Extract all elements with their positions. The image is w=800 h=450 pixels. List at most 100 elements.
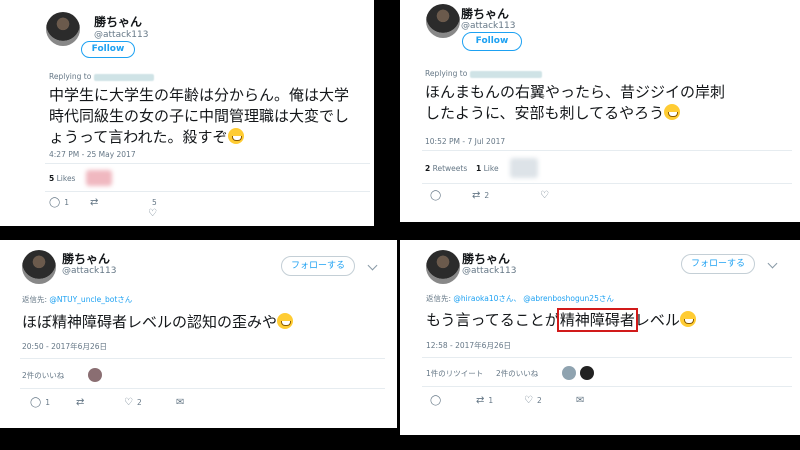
replying-to-line: Replying to <box>49 72 154 81</box>
tweet-text-line: ほぼ精神障碍者レベルの認知の歪みや <box>22 313 278 331</box>
user-name[interactable]: 勝ちゃん <box>62 250 110 267</box>
reply-prefix: 返信先: <box>426 294 452 303</box>
tweet-text-before: もう言ってることが <box>426 311 560 329</box>
likes-count: 1 <box>476 164 482 173</box>
user-name[interactable]: 勝ちゃん <box>94 13 142 30</box>
reply-mention[interactable]: @NTUY_uncle_botさん <box>49 295 132 304</box>
retweet-icon: ⇄ <box>76 397 85 408</box>
tweet-text: もう言ってることが精神障碍者レベル <box>426 308 796 332</box>
retweets-stat[interactable]: 2 Retweets <box>425 164 467 173</box>
follow-button[interactable]: Follow <box>81 41 135 58</box>
retweet-icon: ⇄ <box>90 197 99 208</box>
heart-icon: ♡ <box>148 208 157 219</box>
replying-to-line: 返信先: @hiraoka10さん、 @abrenboshogun25さん <box>426 293 614 304</box>
like-count: 2 <box>536 396 542 405</box>
reply-prefix: Replying to <box>425 69 468 78</box>
divider <box>20 388 385 389</box>
likes-stat[interactable]: 2件のいいね <box>22 370 64 381</box>
avatar[interactable] <box>426 4 460 38</box>
blurred-mention <box>469 70 542 78</box>
reply-prefix: 返信先: <box>22 295 48 304</box>
like-action[interactable]: ♡ <box>540 190 549 201</box>
sweat-smile-emoji <box>277 313 294 329</box>
retweet-count: 2 <box>484 191 490 200</box>
retweet-action[interactable]: ⇄ <box>76 397 84 408</box>
reply-count: 1 <box>64 198 69 207</box>
reply-action[interactable]: ◯ <box>430 395 441 406</box>
retweet-action[interactable]: ⇄ 1 <box>476 395 493 406</box>
tweet-text-line: ほんまもんの右翼やったら、昔ジジイの岸刺 <box>425 83 726 101</box>
likes-stat[interactable]: 5 Likes <box>49 174 75 183</box>
like-count-display[interactable]: 5 <box>148 197 157 208</box>
like-count: 2 <box>136 398 142 407</box>
user-handle[interactable]: @attack113 <box>461 21 515 31</box>
likes-stat[interactable]: 1 Like <box>476 164 499 173</box>
divider <box>422 386 792 387</box>
replying-to-line: Replying to <box>425 69 542 78</box>
follow-button[interactable]: フォローする <box>681 254 755 274</box>
avatar[interactable] <box>426 250 460 284</box>
liker-avatar[interactable] <box>580 366 594 380</box>
user-handle[interactable]: @attack113 <box>462 266 516 276</box>
chevron-down-icon[interactable] <box>767 258 778 269</box>
likes-count: 5 <box>49 174 55 183</box>
reply-mention[interactable]: @hiraoka10さん、 <box>453 294 520 303</box>
timestamp[interactable]: 20:50 - 2017年6月26日 <box>22 341 107 352</box>
retweets-text: 1件のリツイート <box>426 369 484 378</box>
reply-prefix: Replying to <box>49 72 92 81</box>
follow-button[interactable]: フォローする <box>281 256 355 276</box>
grinning-sweat-emoji <box>227 128 244 144</box>
divider <box>20 358 385 359</box>
sweat-smile-emoji <box>679 311 696 327</box>
liker-avatar[interactable] <box>562 366 576 380</box>
timestamp[interactable]: 4:27 PM - 25 May 2017 <box>49 150 136 159</box>
divider <box>422 150 792 151</box>
liker-avatar[interactable] <box>86 170 112 186</box>
heart-icon: ♡ <box>524 395 533 406</box>
user-name[interactable]: 勝ちゃん <box>462 250 510 267</box>
tweet-text-line: 時代同級生の女の子に中間管理職は大変でし <box>49 107 350 125</box>
like-count: 5 <box>152 198 157 207</box>
message-action[interactable]: ✉ <box>176 397 184 408</box>
liker-avatar[interactable] <box>510 158 538 178</box>
retweet-action[interactable]: ⇄ 2 <box>472 190 489 201</box>
tweet-card-2: 勝ちゃん @attack113 Follow Replying to ほんまもん… <box>400 0 800 222</box>
user-handle[interactable]: @attack113 <box>94 30 148 40</box>
tweet-card-1: 勝ちゃん @attack113 Follow Replying to 中学生に大… <box>0 0 374 226</box>
reply-action[interactable]: ◯ 1 <box>49 197 69 208</box>
reply-action[interactable]: ◯ <box>430 190 441 201</box>
reply-action[interactable]: ◯ 1 <box>30 397 50 408</box>
timestamp[interactable]: 12:58 - 2017年6月26日 <box>426 340 511 351</box>
heart-icon: ♡ <box>124 397 133 408</box>
like-action[interactable]: ♡ 2 <box>124 397 142 408</box>
likes-text: 2件のいいね <box>22 371 65 380</box>
retweet-action[interactable]: ⇄ <box>90 197 98 208</box>
liker-avatar[interactable] <box>88 368 102 382</box>
avatar[interactable] <box>22 250 56 284</box>
retweets-stat[interactable]: 1件のリツイート <box>426 368 483 379</box>
reply-icon: ◯ <box>49 197 61 208</box>
tweet-card-4: 勝ちゃん @attack113 フォローする 返信先: @hiraoka10さん… <box>400 240 800 435</box>
tweet-text-line: ょうって言われた。殺すぞ <box>49 127 369 148</box>
retweet-count: 1 <box>488 396 494 405</box>
likes-stat[interactable]: 2件のいいね <box>496 368 538 379</box>
tweet-text-line: 中学生に大学生の年齢は分からん。俺は大学 <box>49 86 350 104</box>
heart-icon: ♡ <box>540 190 549 201</box>
like-action[interactable]: ♡ 2 <box>524 395 542 406</box>
like-action[interactable]: ♡ <box>148 208 157 219</box>
retweet-icon: ⇄ <box>476 395 485 406</box>
tweet-text-line-content: したように、安部も刺してるやろう <box>425 104 665 122</box>
user-name[interactable]: 勝ちゃん <box>461 5 509 22</box>
envelope-icon: ✉ <box>176 397 185 408</box>
reply-mention[interactable]: @abrenboshogun25さん <box>523 294 614 303</box>
divider <box>422 183 792 184</box>
avatar[interactable] <box>46 12 80 46</box>
user-handle[interactable]: @attack113 <box>62 266 116 276</box>
timestamp[interactable]: 10:52 PM - 7 Jul 2017 <box>425 137 505 146</box>
replying-to-line: 返信先: @NTUY_uncle_botさん <box>22 294 132 305</box>
follow-button[interactable]: Follow <box>462 32 522 51</box>
message-action[interactable]: ✉ <box>576 395 584 406</box>
envelope-icon: ✉ <box>576 395 585 406</box>
reply-count: 1 <box>45 398 50 407</box>
chevron-down-icon[interactable] <box>367 260 378 271</box>
